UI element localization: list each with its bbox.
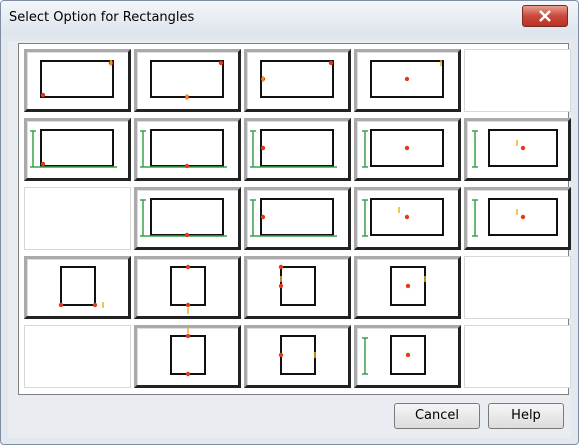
rectangle-option-icon: [150, 60, 224, 100]
help-button[interactable]: Help: [488, 403, 564, 429]
window-title: Select Option for Rectangles: [9, 10, 195, 25]
rectangle-option-icon: [170, 264, 206, 314]
rectangle-option-icon: [250, 129, 337, 168]
rectangle-option-icon: [278, 335, 316, 375]
option-r2c4[interactable]: [354, 118, 461, 181]
option-r3c5[interactable]: [464, 187, 571, 250]
option-r5c2[interactable]: [134, 325, 241, 388]
option-r5c3[interactable]: [244, 325, 351, 388]
close-button[interactable]: [522, 5, 568, 27]
option-r3c3[interactable]: [244, 187, 351, 250]
options-grid: [18, 43, 571, 395]
rectangle-option-icon: [260, 60, 334, 98]
option-r4c2[interactable]: [134, 256, 241, 319]
option-r5c4[interactable]: [354, 325, 461, 388]
option-r2c3[interactable]: [244, 118, 351, 181]
option-r5c5: [464, 325, 571, 388]
rectangle-option-icon: [370, 60, 444, 98]
rectangle-option-icon: [30, 129, 117, 168]
option-r1c5: [464, 49, 571, 112]
rectangle-option-icon: [58, 266, 104, 308]
rectangle-option-icon: [362, 198, 444, 237]
rectangle-option-icon: [278, 264, 316, 306]
close-icon: [539, 10, 551, 22]
rectangle-option-icon: [472, 198, 558, 237]
option-r2c2[interactable]: [134, 118, 241, 181]
option-r4c5: [464, 256, 571, 319]
title-bar: Select Option for Rectangles: [1, 1, 578, 35]
rectangle-option-icon: [362, 129, 444, 168]
option-r1c4[interactable]: [354, 49, 461, 112]
option-r3c4[interactable]: [354, 187, 461, 250]
rectangle-option-icon: [170, 328, 206, 377]
select-option-dialog: Select Option for Rectangles Cancel Help: [0, 0, 579, 445]
rectangle-option-icon: [250, 198, 337, 237]
option-r4c4[interactable]: [354, 256, 461, 319]
option-r5c1: [24, 325, 131, 388]
option-r4c1[interactable]: [24, 256, 131, 319]
option-r1c1[interactable]: [24, 49, 131, 112]
rectangle-option-icon: [40, 60, 114, 98]
option-r1c3[interactable]: [244, 49, 351, 112]
rectangle-option-icon: [362, 335, 426, 375]
option-r1c2[interactable]: [134, 49, 241, 112]
rectangle-option-icon: [140, 129, 227, 169]
option-r3c1: [24, 187, 131, 250]
option-r3c2[interactable]: [134, 187, 241, 250]
option-r2c1[interactable]: [24, 118, 131, 181]
option-r4c3[interactable]: [244, 256, 351, 319]
rectangle-option-icon: [140, 198, 227, 238]
cancel-button[interactable]: Cancel: [394, 403, 480, 429]
option-r2c5[interactable]: [464, 118, 571, 181]
rectangle-option-icon: [472, 129, 558, 168]
rectangle-option-icon: [390, 266, 426, 306]
